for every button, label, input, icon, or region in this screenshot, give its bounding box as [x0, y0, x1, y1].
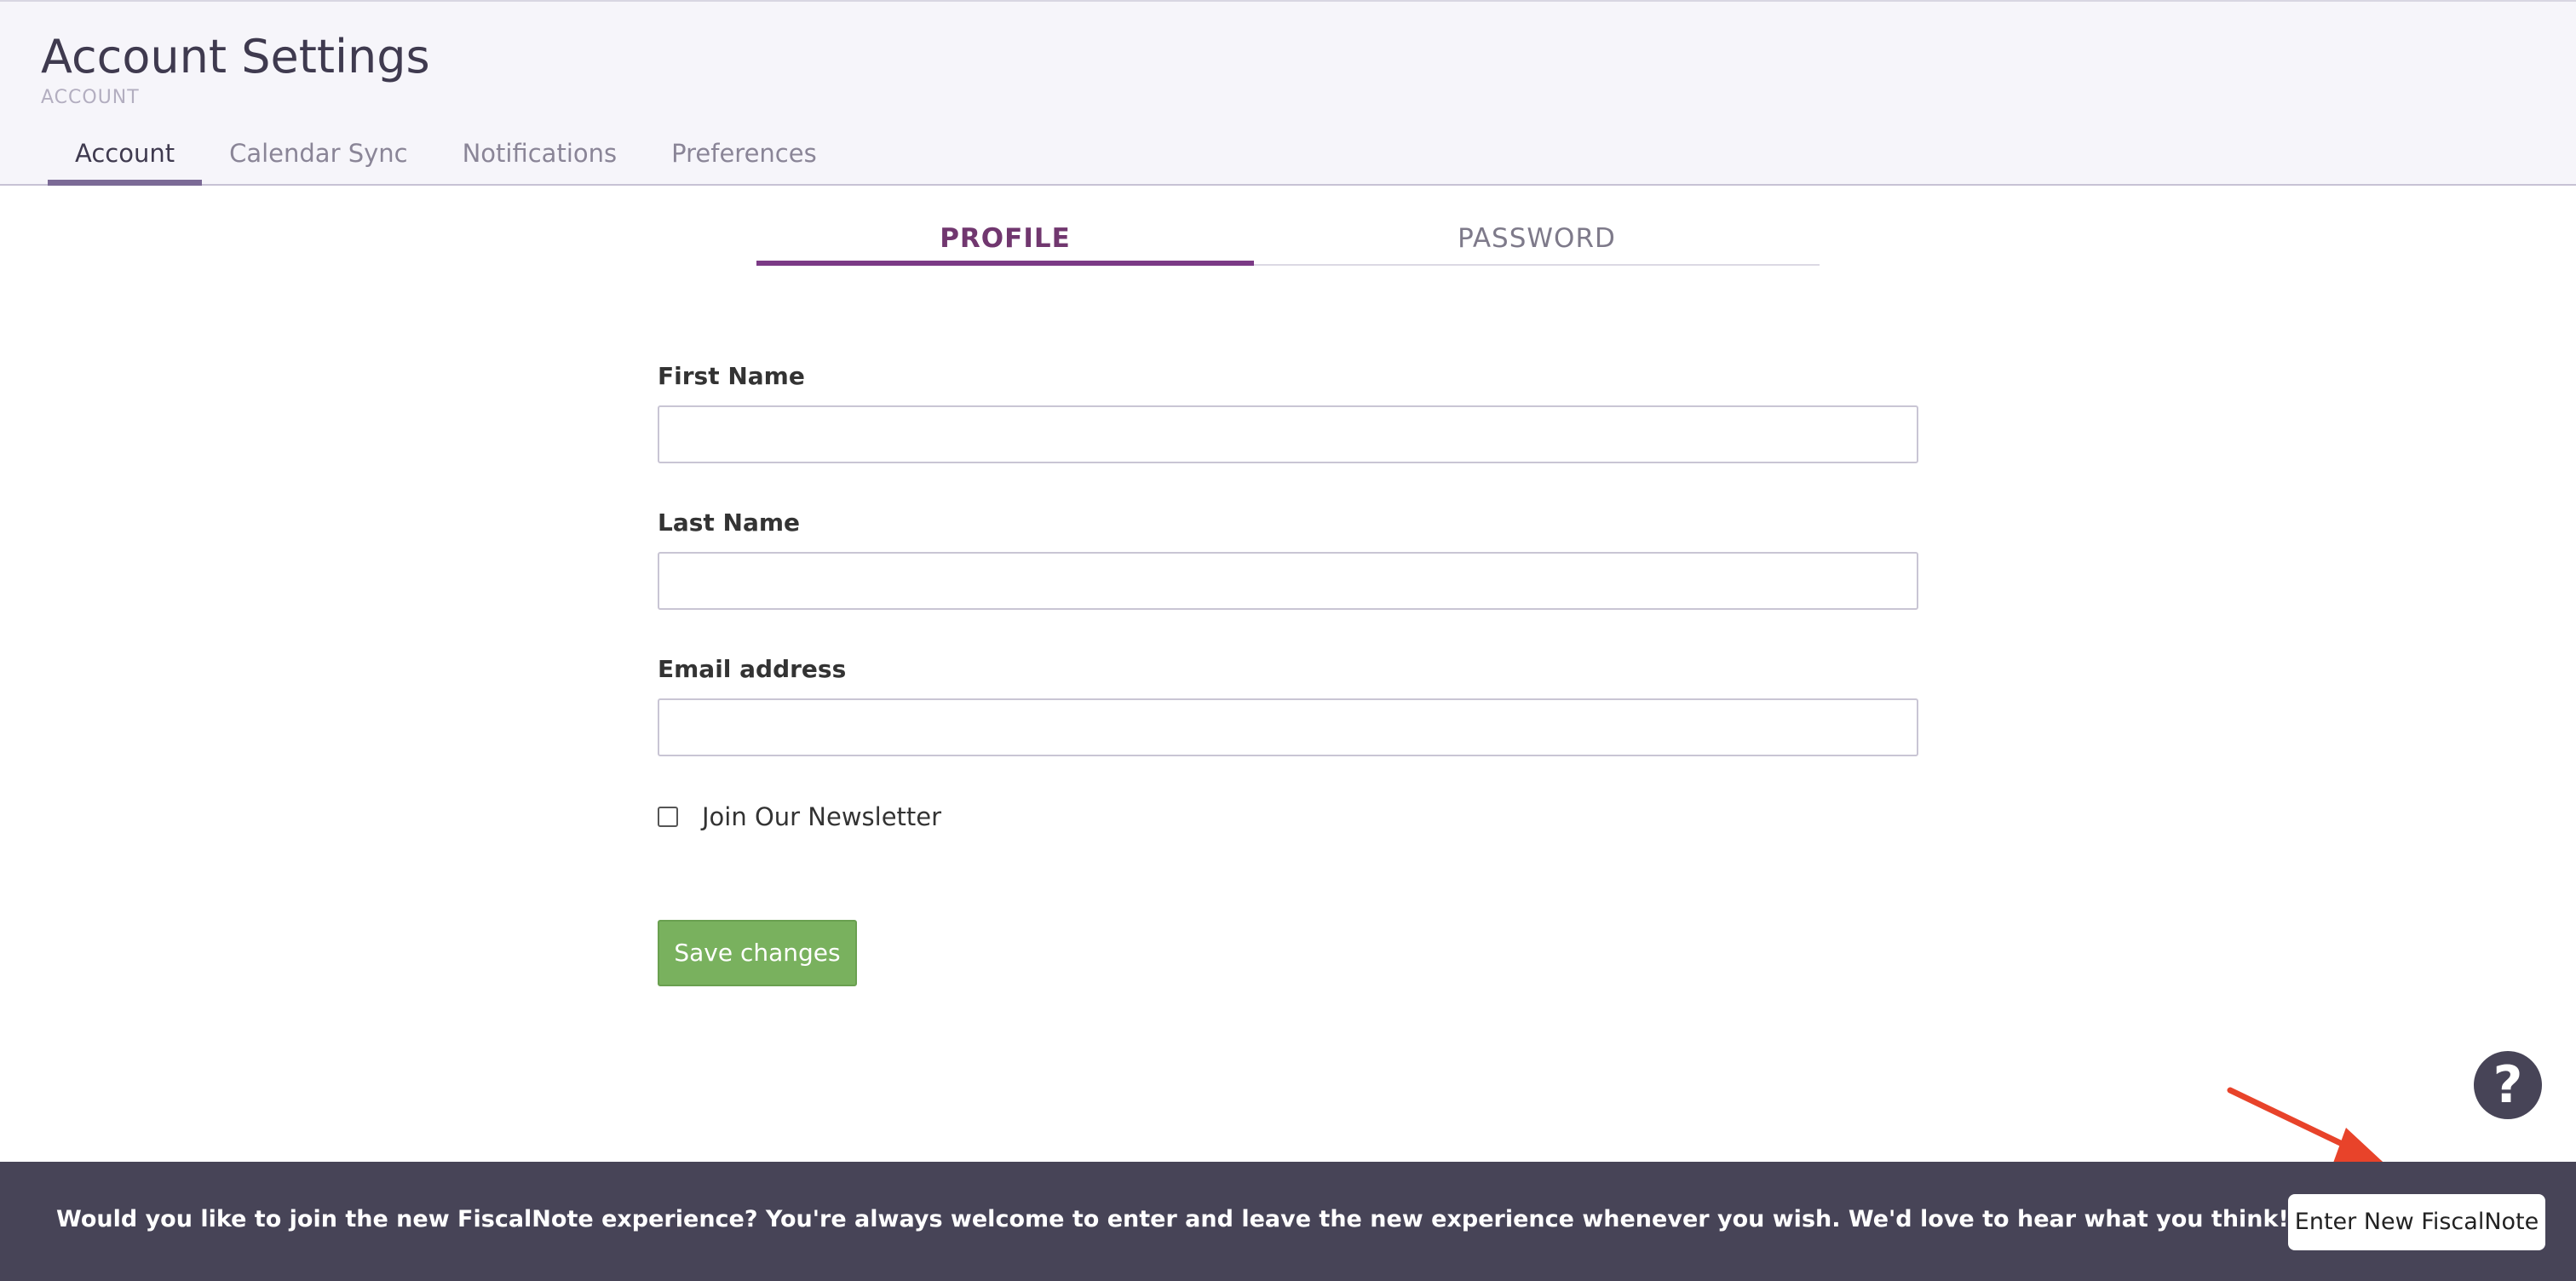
first-name-input[interactable]	[658, 405, 1918, 463]
new-experience-banner: Would you like to join the new FiscalNot…	[0, 1162, 2576, 1281]
save-changes-button[interactable]: Save changes	[658, 920, 857, 986]
tab-account[interactable]: Account	[48, 129, 203, 186]
last-name-input[interactable]	[658, 552, 1918, 610]
first-name-label: First Name	[658, 362, 805, 390]
subtab-password[interactable]: PASSWORD	[1254, 215, 1820, 264]
tab-preferences[interactable]: Preferences	[644, 129, 844, 186]
profile-form: First Name Last Name Email address Join …	[658, 358, 1918, 986]
settings-tabs: Account Calendar Sync Notifications Pref…	[48, 129, 844, 186]
help-button[interactable]: ?	[2474, 1051, 2542, 1119]
question-icon: ?	[2493, 1055, 2523, 1115]
banner-text: Would you like to join the new FiscalNot…	[56, 1206, 2414, 1232]
tab-calendar-sync[interactable]: Calendar Sync	[202, 129, 435, 186]
email-label: Email address	[658, 655, 847, 683]
tab-notifications[interactable]: Notifications	[435, 129, 645, 186]
newsletter-row: Join Our Newsletter	[658, 796, 1918, 838]
header: Account Settings ACCOUNT Account Calenda…	[0, 0, 2576, 186]
enter-new-fiscalnote-button[interactable]: Enter New FiscalNote	[2288, 1194, 2545, 1250]
breadcrumb: ACCOUNT	[41, 87, 140, 108]
newsletter-label: Join Our Newsletter	[702, 802, 942, 831]
banner-message: Would you like to join the new FiscalNot…	[56, 1203, 2473, 1237]
subtab-profile[interactable]: PROFILE	[756, 215, 1254, 266]
page-title: Account Settings	[41, 30, 430, 83]
last-name-label: Last Name	[658, 508, 801, 537]
newsletter-checkbox[interactable]	[658, 807, 678, 827]
account-subtabs: PROFILE PASSWORD	[756, 215, 1820, 266]
email-input[interactable]	[658, 698, 1918, 756]
